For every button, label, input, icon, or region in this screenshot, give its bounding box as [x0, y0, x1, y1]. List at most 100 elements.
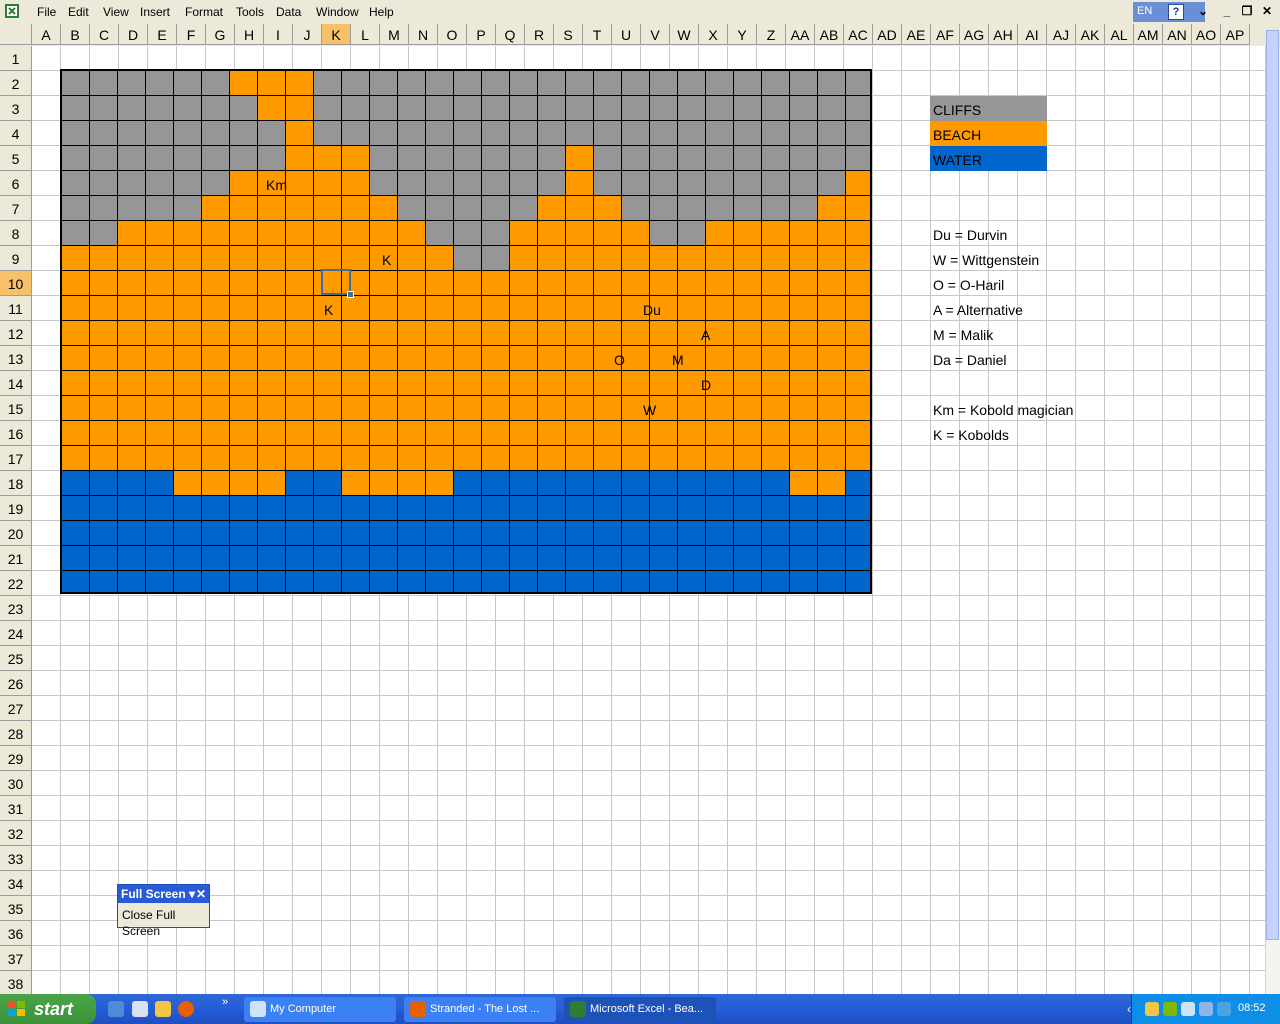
- beach-tile[interactable]: [370, 421, 398, 446]
- water-tile[interactable]: [230, 521, 258, 546]
- cliff-tile[interactable]: [174, 96, 202, 121]
- cliff-tile[interactable]: [622, 171, 650, 196]
- water-tile[interactable]: [398, 546, 426, 571]
- beach-tile[interactable]: [426, 296, 454, 321]
- beach-tile[interactable]: [286, 71, 314, 96]
- cliff-tile[interactable]: [258, 121, 286, 146]
- beach-tile[interactable]: [398, 471, 426, 496]
- cliff-tile[interactable]: [146, 171, 174, 196]
- beach-tile[interactable]: [706, 271, 734, 296]
- water-tile[interactable]: [118, 471, 146, 496]
- cliff-tile[interactable]: [454, 171, 482, 196]
- cliff-tile[interactable]: [202, 71, 230, 96]
- beach-tile[interactable]: [762, 421, 790, 446]
- column-header-y[interactable]: Y: [728, 24, 757, 45]
- cliff-tile[interactable]: [538, 71, 566, 96]
- beach-tile[interactable]: [594, 271, 622, 296]
- water-tile[interactable]: [146, 521, 174, 546]
- beach-tile[interactable]: [566, 371, 594, 396]
- row-header-33[interactable]: 33: [0, 846, 32, 871]
- water-tile[interactable]: [706, 471, 734, 496]
- taskbar-button[interactable]: My Computer: [244, 997, 396, 1022]
- cliff-tile[interactable]: [342, 96, 370, 121]
- beach-tile[interactable]: [846, 196, 870, 221]
- cliff-tile[interactable]: [538, 171, 566, 196]
- cliff-tile[interactable]: [510, 146, 538, 171]
- beach-tile[interactable]: [482, 396, 510, 421]
- cliff-tile[interactable]: [650, 146, 678, 171]
- language-options-icon[interactable]: ⌄: [1196, 4, 1210, 18]
- row-header-19[interactable]: 19: [0, 496, 32, 521]
- beach-tile[interactable]: [370, 446, 398, 471]
- column-header-s[interactable]: S: [554, 24, 583, 45]
- beach-tile[interactable]: [398, 346, 426, 371]
- beach-tile[interactable]: [174, 296, 202, 321]
- cliff-tile[interactable]: [118, 121, 146, 146]
- beach-tile[interactable]: [594, 321, 622, 346]
- beach-tile[interactable]: [230, 371, 258, 396]
- beach-tile[interactable]: [846, 221, 870, 246]
- cliff-tile[interactable]: [342, 121, 370, 146]
- cliff-tile[interactable]: [174, 146, 202, 171]
- cliff-tile[interactable]: [818, 71, 846, 96]
- beach-tile[interactable]: [678, 396, 706, 421]
- cliff-tile[interactable]: [398, 121, 426, 146]
- beach-tile[interactable]: [62, 371, 90, 396]
- beach-tile[interactable]: [426, 271, 454, 296]
- cliff-tile[interactable]: [146, 71, 174, 96]
- beach-tile[interactable]: [510, 246, 538, 271]
- cliff-tile[interactable]: [650, 221, 678, 246]
- beach-tile[interactable]: [790, 421, 818, 446]
- cliff-tile[interactable]: [538, 121, 566, 146]
- row-header-9[interactable]: 9: [0, 246, 32, 271]
- language-indicator[interactable]: EN: [1137, 5, 1152, 17]
- cliff-tile[interactable]: [258, 146, 286, 171]
- column-header-d[interactable]: D: [119, 24, 148, 45]
- water-tile[interactable]: [146, 546, 174, 571]
- beach-tile[interactable]: [286, 271, 314, 296]
- beach-tile[interactable]: [566, 421, 594, 446]
- beach-tile[interactable]: [258, 396, 286, 421]
- beach-tile[interactable]: [314, 421, 342, 446]
- beach-tile[interactable]: [426, 321, 454, 346]
- row-header-22[interactable]: 22: [0, 571, 32, 596]
- beach-tile[interactable]: [734, 396, 762, 421]
- beach-tile[interactable]: [566, 396, 594, 421]
- row-header-10[interactable]: 10: [0, 271, 32, 296]
- column-header-al[interactable]: AL: [1105, 24, 1134, 45]
- cliff-tile[interactable]: [370, 71, 398, 96]
- column-header-ai[interactable]: AI: [1018, 24, 1047, 45]
- beach-tile[interactable]: [286, 96, 314, 121]
- column-header-t[interactable]: T: [583, 24, 612, 45]
- beach-tile[interactable]: [846, 421, 870, 446]
- water-tile[interactable]: [370, 571, 398, 592]
- cliff-tile[interactable]: [482, 146, 510, 171]
- beach-tile[interactable]: [706, 246, 734, 271]
- water-tile[interactable]: [678, 546, 706, 571]
- water-tile[interactable]: [650, 496, 678, 521]
- beach-tile[interactable]: [454, 321, 482, 346]
- beach-tile[interactable]: [426, 471, 454, 496]
- beach-tile[interactable]: [734, 321, 762, 346]
- water-tile[interactable]: [650, 521, 678, 546]
- beach-tile[interactable]: [818, 471, 846, 496]
- beach-tile[interactable]: [230, 196, 258, 221]
- cliff-tile[interactable]: [594, 146, 622, 171]
- cliff-tile[interactable]: [678, 71, 706, 96]
- column-header-a[interactable]: A: [32, 24, 61, 45]
- beach-tile[interactable]: [454, 371, 482, 396]
- cliff-tile[interactable]: [202, 121, 230, 146]
- beach-tile[interactable]: [762, 271, 790, 296]
- row-header-27[interactable]: 27: [0, 696, 32, 721]
- beach-tile[interactable]: [594, 221, 622, 246]
- beach-tile[interactable]: [342, 196, 370, 221]
- row-header-18[interactable]: 18: [0, 471, 32, 496]
- cliff-tile[interactable]: [342, 71, 370, 96]
- beach-tile[interactable]: [594, 421, 622, 446]
- water-tile[interactable]: [762, 471, 790, 496]
- beach-tile[interactable]: [790, 346, 818, 371]
- beach-tile[interactable]: [398, 321, 426, 346]
- beach-tile[interactable]: [566, 221, 594, 246]
- cliff-tile[interactable]: [734, 71, 762, 96]
- beach-tile[interactable]: [426, 371, 454, 396]
